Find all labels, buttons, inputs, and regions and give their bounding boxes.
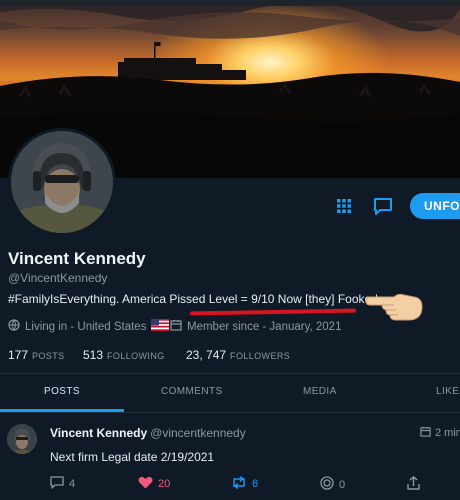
post-time: 2 min [435,427,460,439]
profile-name: Vincent Kennedy [8,249,146,268]
pointing-hand-icon [364,289,426,330]
repost-icon [231,475,247,492]
comment-icon [50,476,64,492]
posts-label: POSTS [32,351,65,361]
calendar-icon [420,426,431,440]
views-button[interactable]: 0 [320,476,345,493]
share-icon [407,476,420,493]
followers-label: FOLLOWERS [230,351,291,361]
message-icon[interactable] [373,196,393,221]
post-avatar[interactable] [7,424,37,454]
profile-screen: UNFOL Vincent Kennedy @VincentKennedy #F… [0,0,460,500]
following-label: FOLLOWING [107,351,165,361]
heart-icon [138,476,153,492]
avatar[interactable] [8,128,116,236]
tab-likes[interactable]: LIKES [436,386,460,397]
red-underline-annotation [189,308,357,316]
location-text: Living in - United States [25,320,147,333]
post-header: Vincent Kennedy @vincentkennedy [50,426,246,440]
like-button[interactable]: 20 [138,476,170,492]
comment-button[interactable]: 4 [50,476,75,492]
location-item: Living in - United States [8,319,170,334]
tab-media[interactable]: MEDIA [303,386,337,397]
joined-text: Member since - January, 2021 [187,320,342,333]
top-edge [0,0,460,6]
post-text: Next firm Legal date 2/19/2021 [50,450,215,464]
tab-posts[interactable]: POSTS [44,386,80,397]
profile-bio: #FamilyIsEverything. America Pissed Leve… [8,292,378,306]
joined-item: Member since - January, 2021 [170,319,341,334]
unfollow-button[interactable]: UNFOL [410,193,460,219]
tabs-top-divider [0,373,460,374]
like-count: 20 [158,478,171,490]
views-icon [320,476,334,493]
post-author[interactable]: Vincent Kennedy [50,426,147,440]
calendar-icon [170,319,182,334]
posts-count: 177 [8,348,29,362]
post-timestamp: 2 min [420,426,460,440]
following-stat[interactable]: 513 FOLLOWING [83,348,165,362]
following-count: 513 [83,348,104,362]
profile-handle: @VincentKennedy [8,271,108,285]
avatar-image [11,131,113,233]
post-handle[interactable]: @vincentkennedy [150,426,246,440]
grid-icon[interactable] [336,198,352,219]
comment-count: 4 [69,478,76,490]
tab-comments[interactable]: COMMENTS [161,386,223,397]
location-icon [8,319,20,334]
followers-count: 23, 747 [186,348,227,362]
views-count: 0 [339,478,346,491]
share-button[interactable] [407,476,420,493]
followers-stat[interactable]: 23, 747 FOLLOWERS [186,348,290,362]
repost-button[interactable]: 6 [231,475,259,492]
repost-count: 6 [252,478,259,490]
posts-stat[interactable]: 177 POSTS [8,348,65,362]
us-flag-icon [151,319,170,334]
tabs-bottom-divider [0,412,460,413]
